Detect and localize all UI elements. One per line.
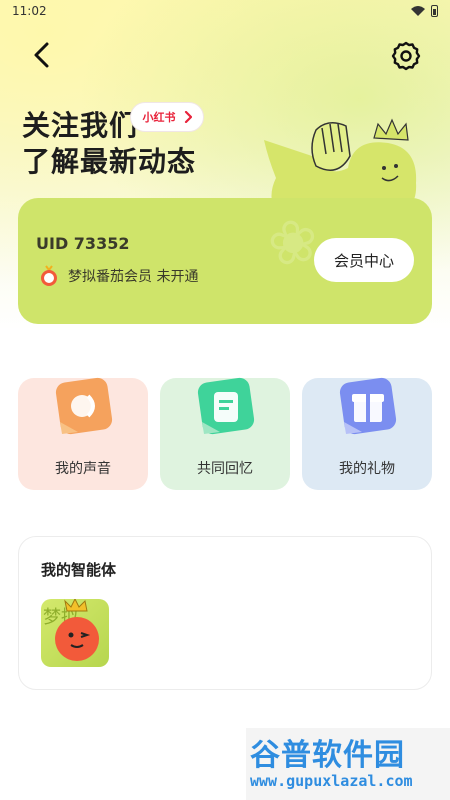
user-uid: UID 73352 (36, 234, 130, 253)
memory-icon (197, 377, 255, 435)
site-watermark: 谷普软件园 www.gupuxlazal.com (246, 728, 450, 800)
voice-icon (55, 377, 113, 435)
my-agents-title: 我的智能体 (41, 561, 117, 579)
member-card: ❀ UID 73352 梦拟番茄会员 未开通 会员中心 (18, 198, 432, 324)
my-voice-label: 我的声音 (55, 461, 111, 477)
membership-status-text: 梦拟番茄会员 未开通 (68, 269, 199, 285)
chevron-left-icon (34, 42, 49, 68)
watermark-url: www.gupuxlazal.com (250, 772, 413, 790)
my-gifts-card[interactable]: 我的礼物 (302, 377, 432, 490)
battery-icon (431, 5, 438, 17)
card-watermark-graphic: ❀ (262, 204, 324, 282)
xiaohongshu-label: 小红书 (142, 111, 176, 124)
settings-button[interactable] (388, 38, 424, 74)
promo-title-line1: 关注我们 (22, 109, 139, 142)
status-icons (411, 5, 438, 17)
shared-memories-card[interactable]: 共同回忆 (160, 377, 290, 490)
wifi-icon (411, 6, 425, 16)
tomato-badge-icon (41, 265, 57, 286)
chevron-right-icon (184, 111, 192, 123)
membership-status: 梦拟番茄会员 未开通 (38, 264, 198, 288)
xiaohongshu-link[interactable]: 小红书 (130, 102, 204, 132)
gift-icon (339, 377, 397, 435)
agent-avatar[interactable]: 梦拟 (41, 599, 109, 667)
watermark-title: 谷普软件园 (250, 738, 405, 773)
my-voice-card[interactable]: 我的声音 (18, 377, 148, 490)
back-button[interactable] (24, 38, 58, 72)
my-agents-card: 我的智能体 梦拟 (18, 536, 432, 690)
my-gifts-label: 我的礼物 (339, 461, 395, 477)
member-center-button[interactable]: 会员中心 (314, 238, 414, 282)
gear-icon (391, 41, 421, 71)
agent-mascot-image: 梦拟 (43, 599, 99, 661)
status-time: 11:02 (12, 4, 47, 18)
promo-title-line2: 了解最新动态 (22, 145, 197, 178)
shared-memories-label: 共同回忆 (197, 461, 253, 477)
status-bar: 11:02 (0, 0, 450, 22)
